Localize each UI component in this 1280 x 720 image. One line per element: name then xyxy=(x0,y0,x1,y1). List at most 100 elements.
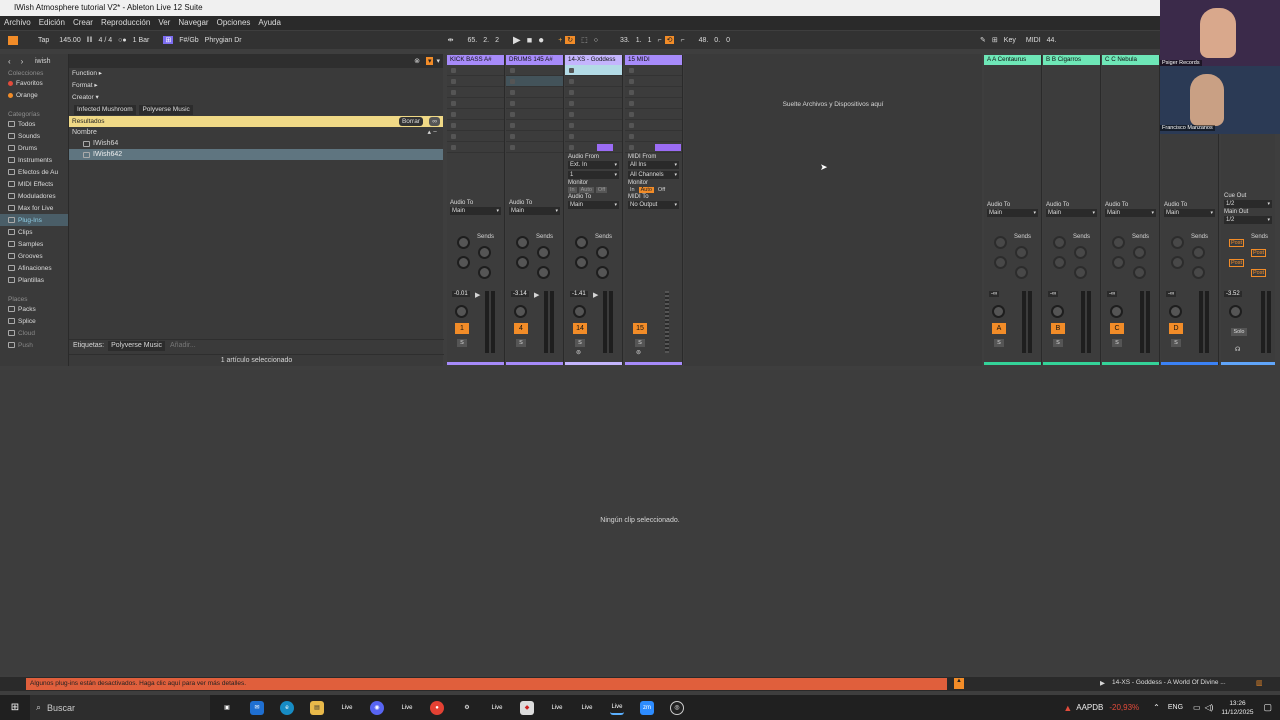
send-a-knob[interactable] xyxy=(575,236,588,249)
category-samples[interactable]: Samples xyxy=(0,238,68,250)
midi-channel-select[interactable]: All Channels xyxy=(628,171,679,179)
browser-toggle-icon[interactable] xyxy=(8,35,18,45)
post-button-a[interactable]: Post xyxy=(1229,239,1245,247)
drop-area[interactable]: Suelte Archivos y Dispositivos aquí ➤ xyxy=(684,54,982,366)
track-activator-button[interactable]: 15 xyxy=(633,323,647,334)
clip-slot[interactable] xyxy=(565,131,622,142)
plugin-warning[interactable]: Algunos plug-ins están desactivados. Hag… xyxy=(26,678,947,690)
menu-ayuda[interactable]: Ayuda xyxy=(258,16,281,30)
solo-button[interactable]: S xyxy=(994,339,1004,347)
clip-slot[interactable] xyxy=(506,109,563,120)
track-activator-button[interactable]: 1 xyxy=(455,323,469,334)
audio-to-select[interactable]: Main xyxy=(987,209,1038,217)
forward-icon[interactable]: › xyxy=(21,57,24,66)
clip-slot[interactable] xyxy=(565,87,622,98)
capcut-icon[interactable]: ◆ xyxy=(520,700,534,715)
network-icon[interactable]: ▭ xyxy=(1193,703,1201,712)
send-c-knob[interactable] xyxy=(457,256,470,269)
monitor-off[interactable]: Off xyxy=(656,187,667,193)
clip-slot[interactable] xyxy=(625,131,682,142)
send-a-knob[interactable] xyxy=(1112,236,1125,249)
taskbar-search-input[interactable]: Buscar xyxy=(47,703,75,713)
stock-change[interactable]: -20,93% xyxy=(1109,703,1139,712)
arm-icon[interactable]: ⊚ xyxy=(636,349,641,356)
filter-creator[interactable]: Creator ▾ xyxy=(69,92,443,104)
solo-button[interactable]: S xyxy=(457,339,467,347)
ableton-live-icon[interactable]: Live xyxy=(400,701,414,715)
ableton-live-icon[interactable]: Live xyxy=(340,701,354,715)
pan-knob[interactable] xyxy=(514,305,527,318)
midi-map-button[interactable]: MIDI xyxy=(1026,37,1041,44)
send-a-knob[interactable] xyxy=(516,236,529,249)
clip-slot[interactable] xyxy=(447,120,504,131)
tag-infected-mushroom[interactable]: Infected Mushroom xyxy=(74,105,136,115)
menu-archivo[interactable]: Archivo xyxy=(4,16,31,30)
pan-knob[interactable] xyxy=(1110,305,1123,318)
track-title[interactable]: DRUMS 145 A# xyxy=(506,55,563,65)
return-title[interactable]: C C Nebula xyxy=(1102,55,1159,65)
solo-button[interactable]: S xyxy=(1171,339,1181,347)
chrome-icon[interactable]: ● xyxy=(430,700,444,715)
taskbar-search[interactable]: ⌕ Buscar xyxy=(30,695,210,720)
return-activator-button[interactable]: D xyxy=(1169,323,1183,334)
master-cue-icon[interactable]: ☊ xyxy=(1235,346,1240,353)
collection-favoritos[interactable]: Favoritos xyxy=(0,77,68,89)
record-icon[interactable]: ● xyxy=(538,35,544,46)
category-grooves[interactable]: Grooves xyxy=(0,250,68,262)
zoom-icon[interactable]: zm xyxy=(640,700,654,715)
place-packs[interactable]: Packs xyxy=(0,303,68,315)
audio-to-select[interactable]: Main xyxy=(1046,209,1097,217)
file-explorer-icon[interactable]: ▤ xyxy=(310,700,324,715)
result-row-selected[interactable]: IWish642 xyxy=(69,149,443,160)
category-clips[interactable]: Clips xyxy=(0,226,68,238)
key-root-select[interactable]: F#/Gb xyxy=(179,37,198,44)
filter-function[interactable]: Function ▸ xyxy=(69,68,443,80)
cpu-graph-icon[interactable]: ▥ xyxy=(1256,679,1263,687)
return-activator-button[interactable]: A xyxy=(992,323,1006,334)
master-volume-value[interactable]: -3.52 xyxy=(1224,291,1242,297)
loop-toggle-icon[interactable]: ⟲ xyxy=(664,36,675,44)
result-row[interactable]: IWish64 xyxy=(69,138,443,149)
clip-slot[interactable] xyxy=(447,109,504,120)
loop-length-beat[interactable]: 0. xyxy=(714,37,720,44)
category-tunings[interactable]: Afinaciones xyxy=(0,262,68,274)
metronome-icon[interactable]: ○● xyxy=(118,37,126,44)
clip-slot[interactable] xyxy=(506,120,563,131)
place-cloud[interactable]: Cloud xyxy=(0,327,68,339)
loop-length-sixteenth[interactable]: 0 xyxy=(726,37,730,44)
loop-length-bar[interactable]: 48. xyxy=(699,37,709,44)
clip-slot[interactable] xyxy=(625,109,682,120)
filter-dropdown-icon[interactable]: ▾ xyxy=(436,57,440,65)
clip-slot[interactable] xyxy=(506,65,563,76)
link-icon[interactable]: ∞ xyxy=(429,117,440,126)
send-b-knob[interactable] xyxy=(537,246,550,259)
key-map-button[interactable]: Key xyxy=(1004,37,1016,44)
category-midi-effects[interactable]: MIDI Effects xyxy=(0,178,68,190)
main-out-select[interactable]: 1/2 xyxy=(1224,216,1272,224)
send-d-knob[interactable] xyxy=(478,266,491,279)
send-c-knob[interactable] xyxy=(1171,256,1184,269)
track-title[interactable]: KICK BASS A# xyxy=(447,55,504,65)
cue-out-select[interactable]: 1/2 xyxy=(1224,200,1272,208)
punch-in-icon[interactable]: ⌐ xyxy=(658,37,662,44)
menu-navegar[interactable]: Navegar xyxy=(178,16,208,30)
clip-slot[interactable] xyxy=(447,87,504,98)
filter-icon[interactable]: ▾ xyxy=(425,57,434,65)
clip-stop-indicator[interactable] xyxy=(655,144,681,151)
send-c-knob[interactable] xyxy=(516,256,529,269)
solo-button[interactable]: S xyxy=(516,339,526,347)
clear-search-icon[interactable]: ⊗ xyxy=(414,57,420,65)
return-title[interactable]: A A Centaurus xyxy=(984,55,1041,65)
status-expand-icon[interactable]: ▲ xyxy=(954,678,964,689)
scale-select[interactable]: Phrygian Dr xyxy=(205,37,242,44)
pan-knob[interactable] xyxy=(992,305,1005,318)
windows-start-icon[interactable]: ⊞ xyxy=(8,701,22,715)
send-b-knob[interactable] xyxy=(1015,246,1028,259)
tag-polyverse-music[interactable]: Polyverse Music xyxy=(139,105,193,115)
clip-slot[interactable] xyxy=(625,87,682,98)
solo-button[interactable]: S xyxy=(1112,339,1122,347)
send-b-knob[interactable] xyxy=(1192,246,1205,259)
post-button-b[interactable]: Post xyxy=(1251,249,1267,257)
clip-slot[interactable] xyxy=(447,131,504,142)
category-sounds[interactable]: Sounds xyxy=(0,130,68,142)
